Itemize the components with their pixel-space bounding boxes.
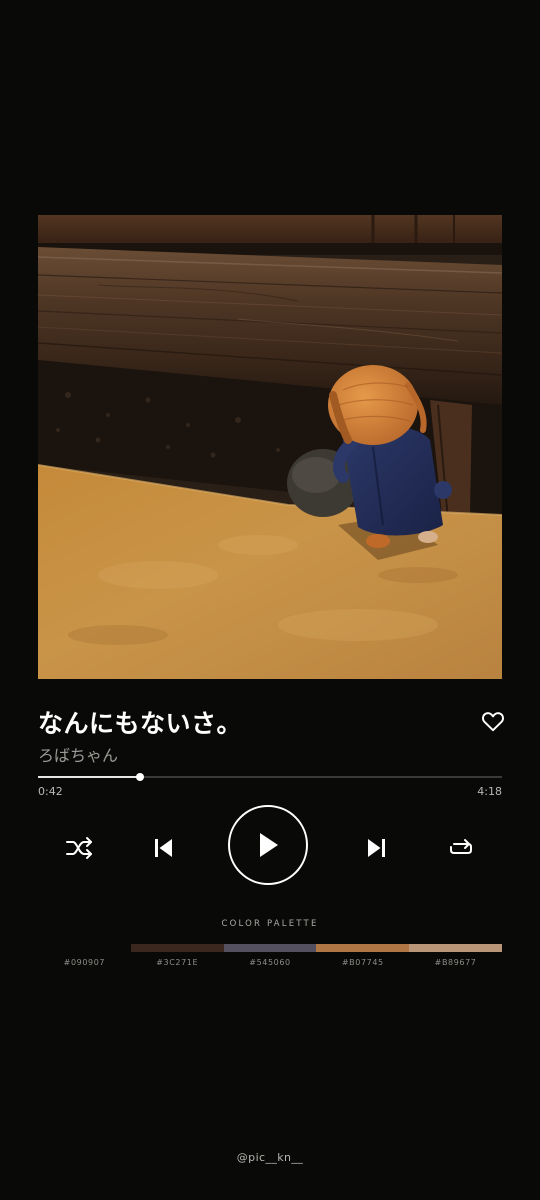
palette-swatches bbox=[38, 944, 502, 952]
elapsed-time: 0:42 bbox=[38, 785, 63, 798]
palette-swatch-label: #B89677 bbox=[434, 958, 477, 967]
shuffle-button[interactable] bbox=[64, 834, 96, 862]
heart-icon bbox=[482, 712, 504, 732]
palette-swatch bbox=[409, 944, 502, 952]
progress-bar[interactable] bbox=[38, 773, 502, 781]
like-button[interactable] bbox=[480, 708, 506, 734]
palette-labels: #090907 #3C271E #545060 #B07745 #B89677 bbox=[38, 958, 502, 967]
play-icon bbox=[260, 833, 278, 857]
total-time: 4:18 bbox=[477, 785, 502, 798]
repeat-button[interactable] bbox=[446, 834, 476, 862]
skip-next-icon bbox=[368, 839, 385, 857]
song-title: なんにもないさ。 bbox=[38, 709, 243, 738]
previous-button[interactable] bbox=[148, 833, 178, 863]
palette-swatch bbox=[223, 944, 317, 952]
play-button[interactable] bbox=[228, 805, 308, 885]
next-button[interactable] bbox=[362, 833, 392, 863]
artist-name[interactable]: ろばちゃん bbox=[38, 742, 118, 766]
palette-swatch-label: #545060 bbox=[249, 958, 291, 967]
palette-swatch bbox=[38, 944, 131, 952]
palette-swatch-label: #090907 bbox=[63, 958, 106, 967]
palette-heading: COLOR PALETTE bbox=[221, 919, 319, 929]
album-art bbox=[38, 215, 502, 679]
progress-handle[interactable] bbox=[136, 773, 145, 781]
progress-fill bbox=[38, 776, 141, 778]
album-art-scene bbox=[38, 215, 502, 679]
palette-swatch bbox=[130, 944, 224, 952]
palette-swatch bbox=[316, 944, 410, 952]
shuffle-icon bbox=[66, 837, 92, 859]
palette-swatch-label: #B07745 bbox=[341, 958, 384, 967]
skip-previous-icon bbox=[155, 839, 172, 857]
photo-credit: @pic__kn__ bbox=[236, 1151, 304, 1164]
repeat-icon bbox=[450, 839, 472, 854]
palette-swatch-label: #3C271E bbox=[156, 958, 199, 967]
